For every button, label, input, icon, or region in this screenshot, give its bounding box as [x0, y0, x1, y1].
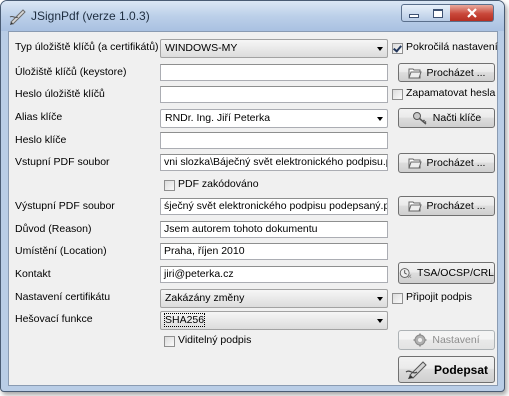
reason-label: Důvod (Reason)	[15, 223, 92, 235]
key-alias-label: Alias klíče	[15, 111, 63, 123]
pdf-encrypted-label: PDF zakódováno	[178, 178, 259, 190]
window-title: JSignPdf (verze 1.0.3)	[31, 9, 150, 23]
maximize-icon	[433, 8, 443, 18]
key-alias-select[interactable]: RNDr. Ing. Jiří Peterka	[160, 109, 388, 128]
minimize-button[interactable]	[401, 4, 427, 22]
browse-input-label: Procházet ...	[426, 157, 486, 169]
hash-value: SHA256	[163, 313, 206, 327]
chevron-down-icon	[377, 297, 383, 301]
browse-output-button[interactable]: Procházet ...	[398, 196, 495, 216]
pdf-encrypted-checkbox[interactable]	[164, 180, 175, 191]
keystore-type-label: Typ úložiště klíčů (a certifikátů)	[15, 41, 159, 53]
sign-label: Podepsat	[433, 362, 488, 377]
visible-signature-settings-label: Nastavení	[432, 334, 480, 346]
sign-button[interactable]: Podepsat	[398, 356, 495, 383]
output-pdf-input[interactable]: śječný svět elektronického podpisu podep…	[160, 198, 388, 215]
gear-icon	[413, 333, 427, 347]
key-password-input[interactable]	[160, 132, 388, 149]
browse-keystore-button[interactable]: Procházet ...	[398, 63, 495, 82]
chevron-down-icon	[377, 47, 383, 51]
tsa-ocsp-crl-button[interactable]: TSA/OCSP/CRL	[398, 262, 495, 284]
contact-label: Kontakt	[15, 268, 51, 280]
cert-settings-label: Nastavení certifikátu	[15, 291, 111, 303]
input-pdf-input[interactable]: vni slozka\Báječný svět elektronického p…	[160, 154, 388, 171]
chevron-down-icon	[377, 319, 383, 323]
remember-password-checkbox[interactable]	[392, 89, 403, 100]
keystore-input[interactable]	[160, 64, 388, 81]
append-signature-label: Připojit podpis	[406, 291, 472, 303]
close-button[interactable]	[450, 4, 494, 22]
chevron-down-icon	[377, 117, 383, 121]
keystore-password-label: Heslo úložiště klíčů	[15, 88, 105, 100]
hash-label: Hešovací funkce	[15, 313, 93, 325]
keystore-type-value: WINDOWS-MY	[165, 42, 238, 54]
tsa-ocsp-crl-label: TSA/OCSP/CRL	[416, 267, 494, 279]
load-keys-button[interactable]: Načti klíče	[398, 108, 495, 128]
contact-input[interactable]: jiri@peterka.cz	[160, 266, 388, 283]
location-label: Umístění (Location)	[15, 245, 107, 257]
folder-icon	[407, 158, 422, 169]
keystore-type-select[interactable]: WINDOWS-MY	[160, 39, 388, 58]
tsa-certificate-icon	[399, 268, 412, 279]
close-icon	[466, 8, 477, 18]
app-window: JSignPdf (verze 1.0.3) Typ úložiště klíč…	[0, 0, 505, 392]
pen-app-icon	[9, 9, 26, 25]
visible-signature-settings-button[interactable]: Nastavení	[398, 330, 495, 350]
title-bar[interactable]: JSignPdf (verze 1.0.3)	[1, 1, 504, 31]
advanced-settings-checkbox[interactable]	[392, 43, 403, 54]
key-alias-value: RNDr. Ing. Jiří Peterka	[165, 112, 271, 124]
keystore-password-input[interactable]	[160, 86, 388, 103]
reason-input[interactable]: Jsem autorem tohoto dokumentu	[160, 221, 388, 238]
keystore-label: Úložiště klíčů (keystore)	[15, 66, 127, 78]
load-keys-label: Načti klíče	[432, 112, 482, 124]
folder-icon	[407, 68, 422, 78]
key-password-label: Heslo klíče	[15, 134, 67, 146]
cert-settings-value: Zakázány změny	[165, 292, 245, 304]
browse-keystore-label: Procházet ...	[426, 66, 486, 79]
advanced-settings-label: Pokročilá nastavení	[406, 41, 498, 53]
output-pdf-label: Výstupní PDF soubor	[15, 200, 115, 212]
minimize-icon	[409, 14, 419, 18]
cert-settings-select[interactable]: Zakázány změny	[160, 289, 388, 308]
keys-icon	[412, 112, 427, 125]
location-input[interactable]: Praha, říjen 2010	[160, 243, 388, 260]
hash-select[interactable]: SHA256	[160, 311, 388, 330]
visible-signature-checkbox[interactable]	[164, 336, 175, 347]
pen-signature-icon	[405, 360, 427, 379]
browse-input-button[interactable]: Procházet ...	[398, 153, 495, 173]
remember-password-label: Zapamatovat hesla	[406, 87, 496, 99]
folder-icon	[407, 201, 422, 212]
input-pdf-label: Vstupní PDF soubor	[15, 156, 110, 168]
visible-signature-label: Viditelný podpis	[178, 334, 252, 346]
maximize-button[interactable]	[426, 4, 451, 22]
form-panel: Typ úložiště klíčů (a certifikátů) WINDO…	[8, 31, 498, 386]
append-signature-checkbox[interactable]	[392, 293, 403, 304]
browse-output-label: Procházet ...	[426, 200, 486, 212]
